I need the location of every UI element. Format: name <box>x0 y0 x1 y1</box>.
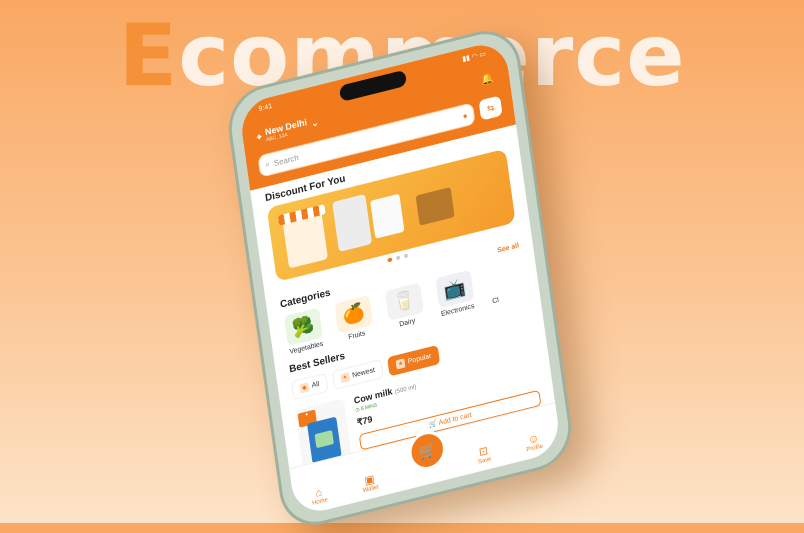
device-illustration <box>332 193 373 252</box>
location-selector[interactable]: ⌖ New Delhi ABC, 12A ⌄ <box>256 114 320 145</box>
vegetables-icon: 🥦 <box>283 307 323 347</box>
carousel-dot[interactable] <box>395 255 400 261</box>
bell-icon[interactable]: 🔔 <box>481 72 495 86</box>
carousel-dot-active[interactable] <box>386 257 393 263</box>
hero-title-first-letter: E <box>118 6 179 106</box>
category-electronics[interactable]: 📺 Electronics <box>433 269 477 319</box>
cart-icon: 🛒 <box>428 420 438 430</box>
device-illustration <box>370 193 405 239</box>
location-pin-icon: ⌖ <box>255 130 263 142</box>
phone-screen: 9:41 ▮▮ ◠ ▭ ⌖ New Delhi ABC, 12A ⌄ 🔔 ⌕ S… <box>238 38 562 518</box>
category-label: Cl <box>491 296 500 306</box>
nav-save[interactable]: ⊡ Save <box>476 443 492 466</box>
phone-frame: 9:41 ▮▮ ◠ ▭ ⌖ New Delhi ABC, 12A ⌄ 🔔 ⌕ S… <box>223 22 577 533</box>
category-vegetables[interactable]: 🥦 Vegetables <box>282 307 326 357</box>
star-icon: ★ <box>395 358 406 370</box>
bag-icon: ◆ <box>299 382 310 394</box>
mic-icon[interactable]: ● <box>462 110 468 120</box>
category-fruits[interactable]: 🍊 Fruits <box>332 294 376 344</box>
tab-all[interactable]: ◆ All <box>291 372 329 401</box>
spark-icon: ✦ <box>340 372 351 384</box>
fruits-icon: 🍊 <box>334 294 374 334</box>
phone-mockup: 9:41 ▮▮ ◠ ▭ ⌖ New Delhi ABC, 12A ⌄ 🔔 ⌕ S… <box>223 22 577 533</box>
search-placeholder: Search <box>273 152 300 168</box>
nav-wallet[interactable]: ▣ Wallet <box>361 471 380 494</box>
shop-illustration <box>282 211 329 269</box>
cart-icon: 🛒 <box>417 439 437 461</box>
nav-home[interactable]: ⌂ Home <box>310 485 328 507</box>
box-illustration <box>415 187 455 226</box>
tab-label: Popular <box>407 352 432 366</box>
search-icon: ⌕ <box>264 159 271 170</box>
chevron-down-icon: ⌄ <box>310 116 320 129</box>
category-dairy[interactable]: 🥛 Dairy <box>383 282 427 332</box>
nav-profile[interactable]: ☺ Profile <box>524 431 543 453</box>
see-all-link[interactable]: See all <box>497 242 520 254</box>
dairy-icon: 🥛 <box>384 282 424 321</box>
clock-icon: ◷ <box>354 406 361 414</box>
delivery-time-text: 8 MINS <box>360 402 378 413</box>
tab-label: Newest <box>351 366 376 380</box>
filter-button[interactable]: ⇆ <box>478 95 503 121</box>
electronics-icon: 📺 <box>435 269 475 309</box>
status-time: 9:41 <box>258 102 273 114</box>
tab-label: All <box>311 380 320 390</box>
status-icons: ▮▮ ◠ ▭ <box>461 50 487 64</box>
category-partial[interactable]: Cl <box>484 263 503 306</box>
filter-icon: ⇆ <box>486 101 495 114</box>
carousel-dot[interactable] <box>403 253 408 259</box>
